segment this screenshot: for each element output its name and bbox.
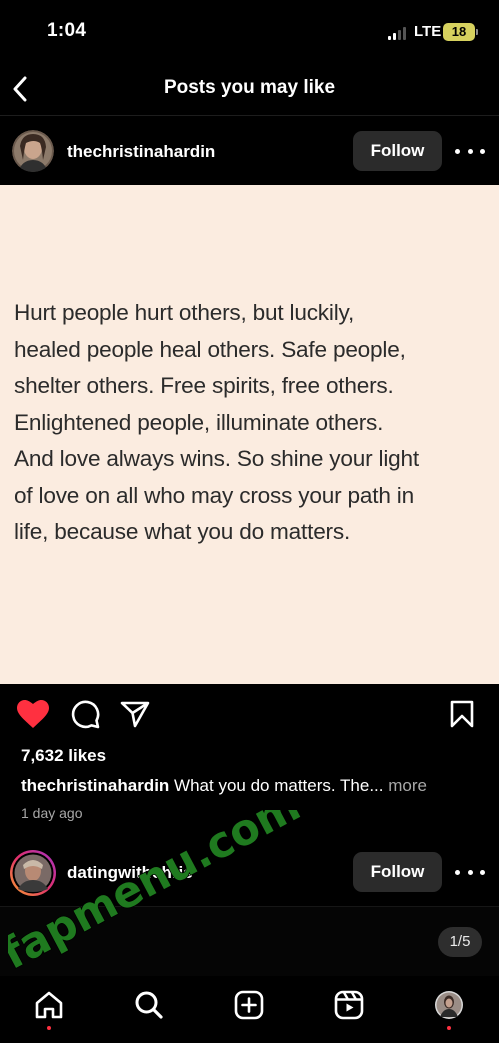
quote-line: life, because what you do matters. [14,519,351,544]
comment-button[interactable] [68,697,102,731]
profile-notification-dot [447,1026,451,1030]
next-post-username[interactable]: datingwithchris [67,863,193,883]
tab-profile[interactable] [432,988,466,1022]
media-counter: 1/5 [438,927,482,957]
signal-icon [388,26,410,40]
follow-button[interactable]: Follow [353,131,442,171]
likes-count[interactable]: 7,632 likes [21,746,106,766]
reels-icon [334,990,364,1020]
post-username[interactable]: thechristinahardin [67,142,215,162]
tab-reels[interactable] [332,988,366,1022]
quote-line: healed people heal others. Safe people, [14,336,406,362]
quote-line: And love always wins. So shine your ligh… [14,446,419,471]
home-notification-dot [47,1026,51,1030]
page-title: Posts you may like [163,77,336,98]
quote-line: of love on all who may cross your path i… [14,482,414,508]
avatar [435,991,463,1019]
quote-line: Hurt people hurt others, but luckily, [14,300,355,325]
heart-filled-icon [17,699,49,728]
plus-square-icon [234,990,264,1020]
caption-more-link[interactable]: more [388,776,427,795]
network-label: LTE [414,23,442,40]
bottom-nav [0,976,499,1043]
more-horizontal-icon[interactable] [455,862,485,882]
status-bar: 1:04 LTE 18 [0,0,499,62]
next-follow-button[interactable]: Follow [353,852,442,892]
quote-text: Hurt people hurt others, but luckily, he… [14,295,494,551]
comment-icon [71,700,100,729]
send-icon [120,701,150,728]
caption-text: What you do matters. The... [174,776,384,795]
post-image[interactable]: Hurt people hurt others, but luckily, he… [0,185,499,684]
quote-line: shelter others. Free spirits, free other… [14,373,394,398]
nav-header: Posts you may like [0,62,499,116]
post-header: thechristinahardin Follow [0,117,499,185]
post-actions [0,697,499,737]
next-post-header: datingwithchris Follow [0,838,499,906]
bookmark-icon [450,700,474,728]
search-icon [135,991,163,1019]
like-button[interactable] [16,697,50,731]
quote-line: Enlightened people, illuminate others. [14,409,384,435]
avatar[interactable] [12,130,54,172]
tab-create[interactable] [232,988,266,1022]
battery-icon: 18 [443,23,475,41]
home-icon [35,991,63,1019]
next-post-media[interactable]: 1/5 [0,906,499,976]
post-timestamp: 1 day ago [21,805,83,821]
more-horizontal-icon[interactable] [455,141,485,161]
save-button[interactable] [445,697,479,731]
tab-home[interactable] [32,988,66,1022]
share-button[interactable] [118,697,152,731]
caption[interactable]: thechristinahardin What you do matters. … [21,776,427,796]
avatar-story-ring[interactable] [9,849,57,897]
caption-username[interactable]: thechristinahardin [21,776,169,795]
tab-search[interactable] [132,988,166,1022]
status-time: 1:04 [47,20,87,41]
battery-tip [476,29,478,35]
